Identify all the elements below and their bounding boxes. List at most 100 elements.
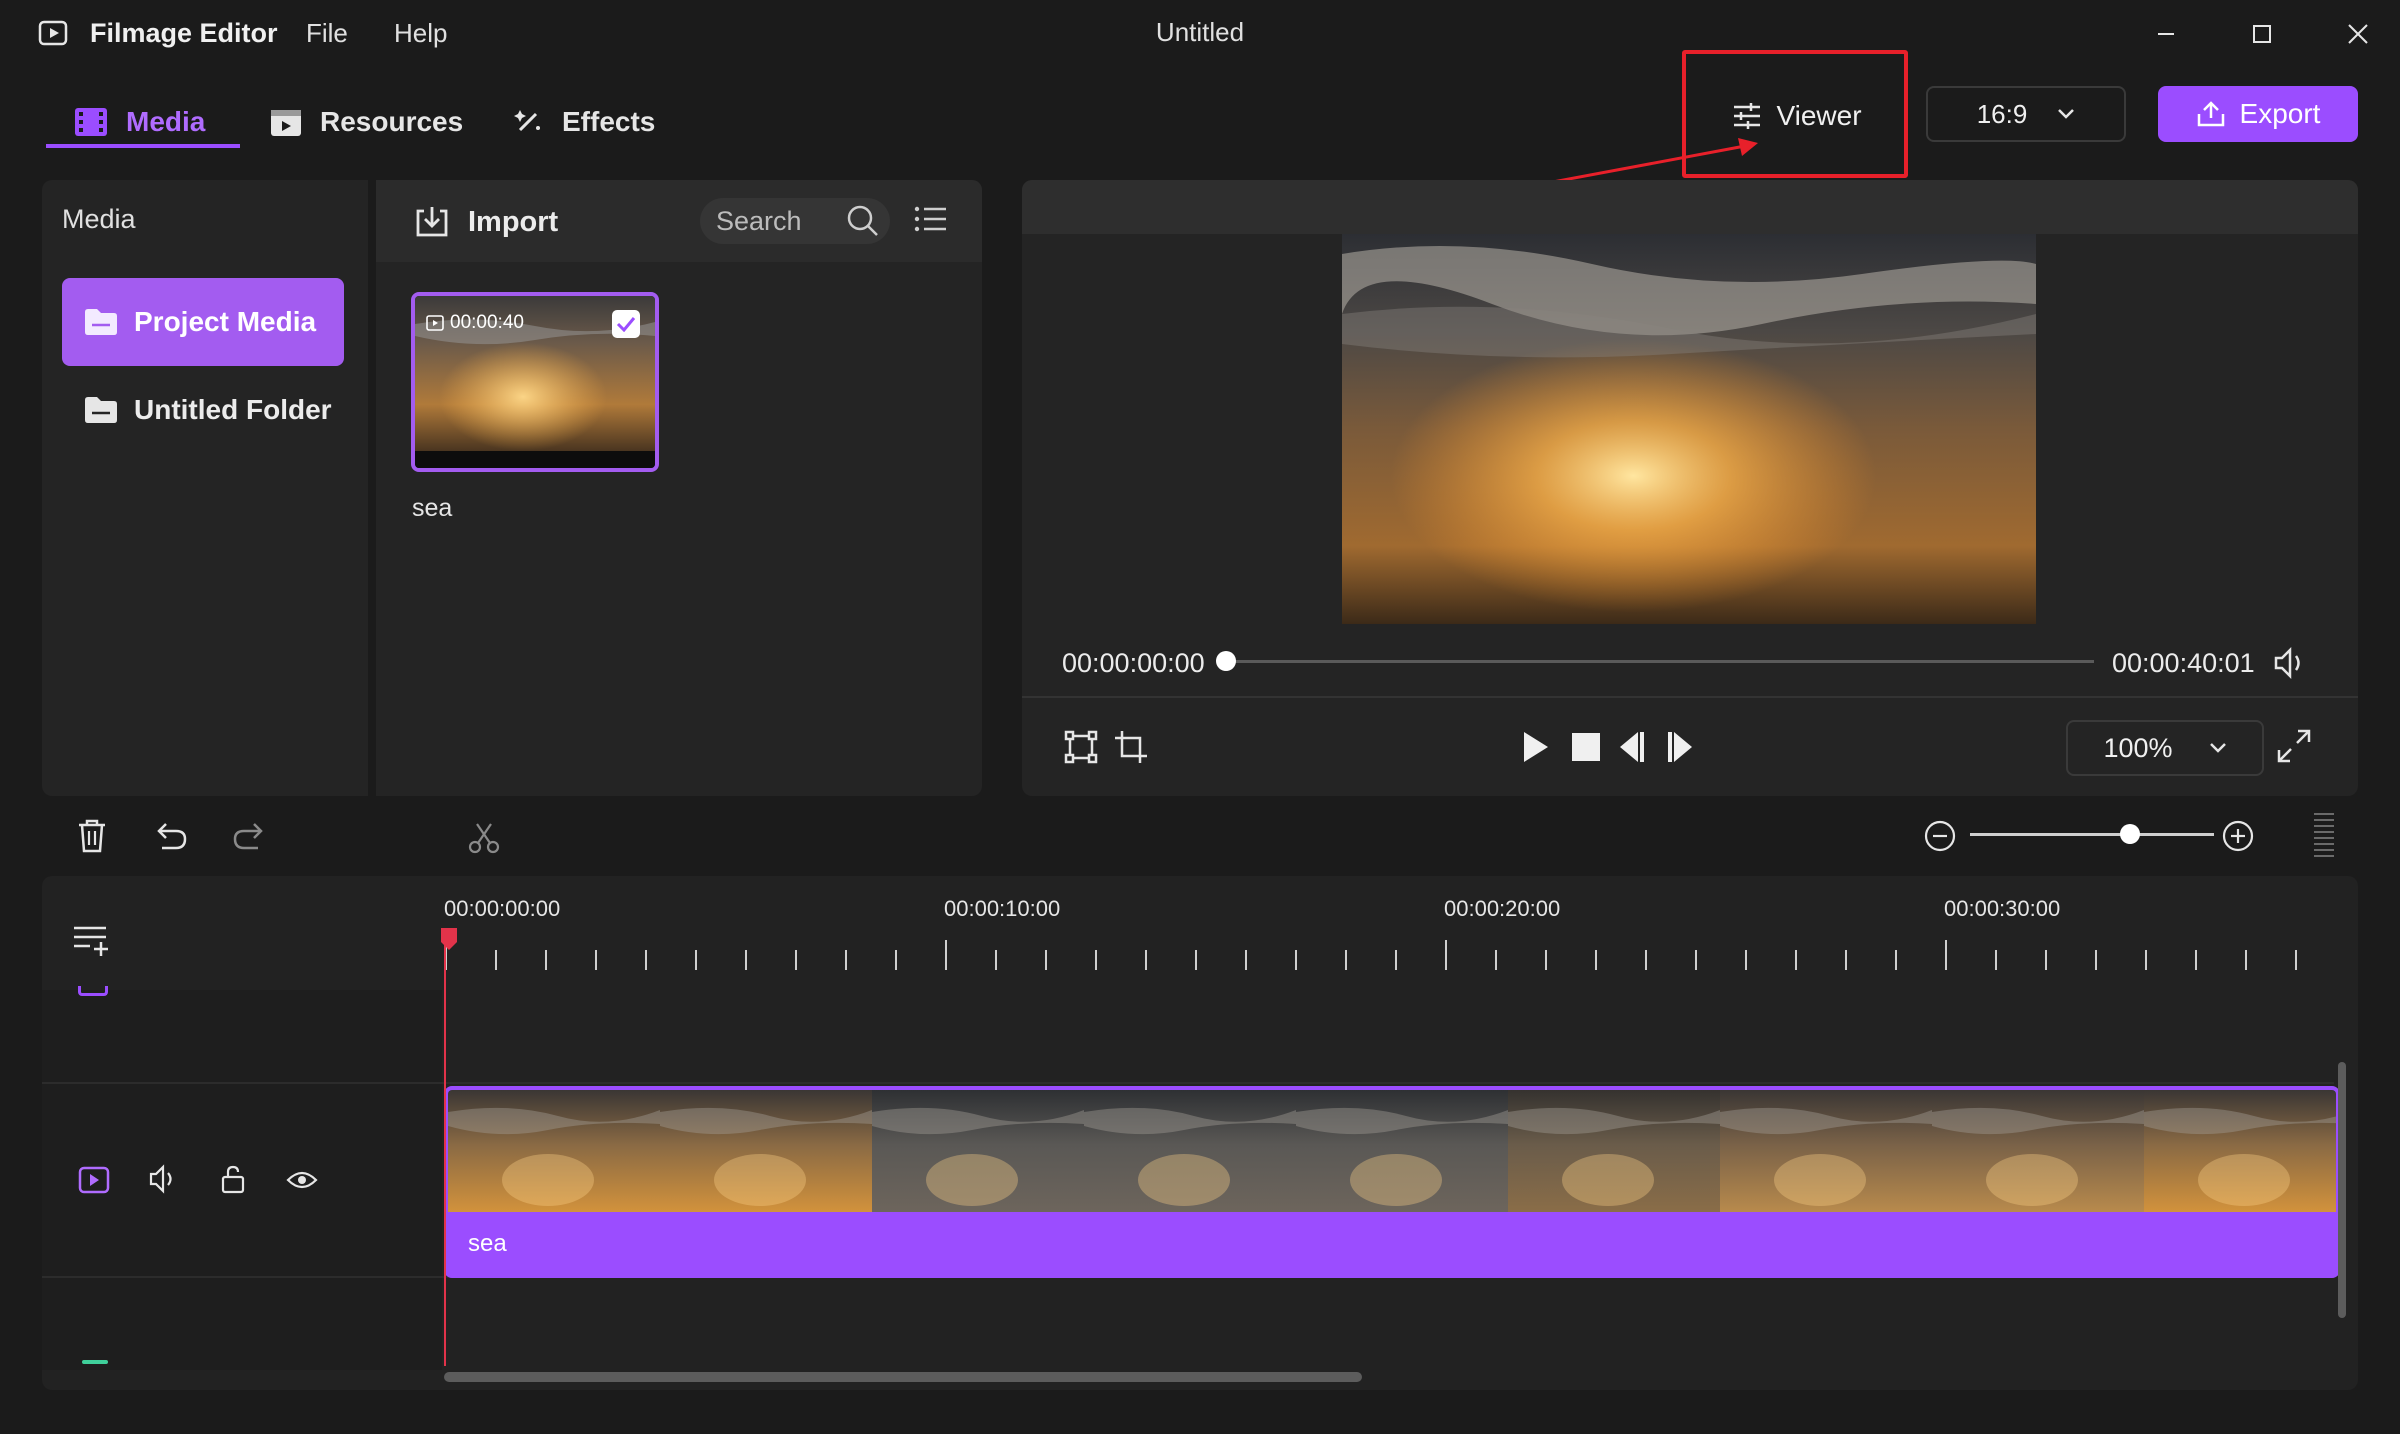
total-time: 00:00:40:01 xyxy=(2112,648,2255,678)
magic-wand-icon xyxy=(514,110,540,132)
timeline-zoom-out-button[interactable] xyxy=(1918,814,1962,858)
import-icon xyxy=(416,207,448,237)
timeline-horizontal-scrollbar[interactable] xyxy=(444,1372,1362,1382)
import-button[interactable]: Import xyxy=(414,198,558,246)
aspect-ratio-select[interactable]: 16:9 xyxy=(1926,86,2126,142)
tab-effects-label: Effects xyxy=(562,106,656,137)
close-icon xyxy=(2348,24,2368,44)
audio-track-icon-partial xyxy=(82,1360,108,1364)
scissors-icon xyxy=(468,823,500,854)
fullscreen-icon[interactable] xyxy=(2276,728,2312,764)
panel-resize-handle-icon[interactable] xyxy=(2312,810,2336,860)
transform-icon[interactable] xyxy=(1064,730,1098,764)
crop-icon[interactable] xyxy=(1114,730,1148,764)
export-label: Export xyxy=(2239,98,2321,129)
preview-header xyxy=(1022,180,2358,234)
sidebar-item-label: Project Media xyxy=(134,306,317,337)
ruler-label: 00:00:30:00 xyxy=(1944,896,2061,921)
tab-media-label: Media xyxy=(126,106,206,137)
undo-icon xyxy=(157,823,187,850)
clip-frame xyxy=(1932,1090,2144,1212)
next-frame-icon[interactable] xyxy=(1666,730,1696,764)
search-placeholder: Search xyxy=(716,205,802,236)
video-track-icon[interactable] xyxy=(78,1166,110,1194)
add-track-icon[interactable] xyxy=(72,924,110,958)
chevron-down-icon xyxy=(2209,743,2226,753)
clip-frame xyxy=(1084,1090,1296,1212)
export-button[interactable]: Export xyxy=(2158,86,2358,142)
playback-progress-track[interactable] xyxy=(1226,660,2094,663)
thumbnail-duration-text: 00:00:40 xyxy=(450,312,524,333)
clip-frame xyxy=(2144,1090,2336,1212)
undo-button[interactable] xyxy=(148,814,192,858)
track-separator xyxy=(42,1082,2334,1084)
folder-icon xyxy=(85,397,117,423)
timeline-vertical-scrollbar[interactable] xyxy=(2338,1062,2346,1318)
timeline-zoom-in-button[interactable] xyxy=(2216,814,2260,858)
clip-frame xyxy=(1508,1090,1720,1212)
tab-effects[interactable]: Effects xyxy=(512,96,655,148)
minimize-icon xyxy=(2158,33,2174,35)
sidebar-item-project-media[interactable]: Project Media xyxy=(62,278,344,366)
minimize-button[interactable] xyxy=(2144,14,2188,54)
clip-name: sea xyxy=(468,1230,507,1257)
playback-progress-knob[interactable] xyxy=(1216,651,1236,671)
current-time: 00:00:00:00 xyxy=(1062,648,1205,678)
media-sidebar xyxy=(42,180,368,796)
previous-frame-icon[interactable] xyxy=(1616,730,1646,764)
preview-divider xyxy=(1022,696,2358,698)
thumbnail-checkbox[interactable] xyxy=(612,310,640,338)
volume-icon[interactable] xyxy=(2272,646,2308,680)
delete-button[interactable] xyxy=(70,814,114,858)
thumbnail-duration: 00:00:40 xyxy=(426,312,524,334)
track-volume-icon[interactable] xyxy=(148,1164,180,1194)
track-video-icon-partial xyxy=(78,986,108,996)
search-icon[interactable] xyxy=(846,204,880,238)
tab-resources[interactable]: Resources xyxy=(270,96,463,148)
timeline-zoom-slider[interactable] xyxy=(1970,833,2214,836)
folder-icon xyxy=(85,309,117,335)
zoom-out-icon xyxy=(1924,820,1956,852)
window-title: Untitled xyxy=(1155,17,1245,47)
ruler-label: 00:00:20:00 xyxy=(1444,896,1561,921)
aspect-ratio-value: 16:9 xyxy=(1976,98,2028,129)
viewer-label: Viewer xyxy=(1776,100,1862,131)
track-lock-icon[interactable] xyxy=(220,1164,246,1194)
redo-button[interactable] xyxy=(228,814,272,858)
clip-frame xyxy=(1720,1090,1932,1212)
sliders-icon xyxy=(1734,103,1761,129)
zoom-in-icon xyxy=(2222,820,2254,852)
clip-frame xyxy=(872,1090,1084,1212)
list-view-icon[interactable] xyxy=(914,204,948,234)
checkmark-icon xyxy=(616,317,636,332)
timeline-video-clip[interactable]: sea xyxy=(444,1086,2340,1278)
timeline-ruler[interactable] xyxy=(444,940,2344,970)
preview-zoom-value: 100% xyxy=(2103,732,2173,763)
trash-icon xyxy=(79,819,105,853)
clip-frame xyxy=(660,1090,872,1212)
play-icon[interactable] xyxy=(1520,730,1550,764)
sea-preview-image xyxy=(1342,234,2036,624)
chevron-down-icon xyxy=(2058,109,2075,119)
sidebar-item-label: Untitled Folder xyxy=(134,394,332,425)
tab-media[interactable]: Media xyxy=(74,96,205,148)
timeline-zoom-knob[interactable] xyxy=(2120,824,2140,844)
playhead-line xyxy=(444,936,446,1366)
sidebar-item-untitled-folder[interactable]: Untitled Folder xyxy=(62,366,344,454)
media-item-name: sea xyxy=(412,494,453,522)
import-label: Import xyxy=(468,205,559,238)
preview-zoom-select[interactable]: 100% xyxy=(2066,720,2264,776)
active-tab-indicator xyxy=(46,144,240,148)
sidebar-heading: Media xyxy=(62,204,136,234)
film-icon xyxy=(75,108,107,136)
close-button[interactable] xyxy=(2336,14,2380,54)
clip-frame xyxy=(448,1090,660,1212)
playhead-handle-icon[interactable] xyxy=(441,928,457,950)
tab-resources-label: Resources xyxy=(320,106,464,137)
clip-filmstrip xyxy=(448,1090,2336,1212)
split-button[interactable] xyxy=(462,816,506,860)
track-visibility-icon[interactable] xyxy=(286,1168,318,1192)
ruler-label: 00:00:10:00 xyxy=(944,896,1061,921)
stop-icon[interactable] xyxy=(1572,733,1600,761)
maximize-button[interactable] xyxy=(2240,14,2284,54)
